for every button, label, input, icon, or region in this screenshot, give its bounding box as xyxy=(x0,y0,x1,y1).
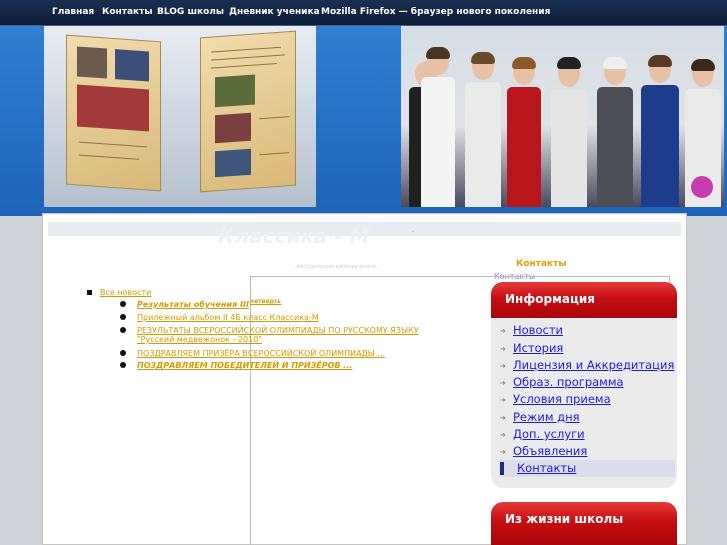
top-navigation: Главная Контакты BLOG школы Дневник учен… xyxy=(0,0,727,26)
arrow-right-icon: ➜ xyxy=(500,396,506,404)
arrow-right-icon: ➜ xyxy=(500,345,506,353)
news-item[interactable]: Прилежный альбом II 4Б класс Классика-М xyxy=(137,313,319,322)
nav-home[interactable]: Главная xyxy=(52,7,94,17)
sidebar-item-label: Новости xyxy=(513,323,563,337)
sidebar-item-label: История xyxy=(513,341,564,355)
arrow-right-icon: ➜ xyxy=(500,414,506,422)
diary-cover-left xyxy=(66,34,161,192)
sidebar-item-announcements[interactable]: ➜ Объявления xyxy=(499,443,675,460)
sidebar-item-admission[interactable]: ➜ Условия приема xyxy=(499,391,675,408)
dot-bullet-icon xyxy=(120,350,126,356)
sidebar-item-services[interactable]: ➜ Доп. услуги xyxy=(499,426,675,443)
diary-cover-right xyxy=(200,30,296,193)
sidebar-item-label: Контакты xyxy=(517,461,577,475)
divider-horizontal xyxy=(250,276,670,277)
all-news-link[interactable]: Все новости xyxy=(100,288,151,297)
banner-children-photo xyxy=(401,26,724,207)
square-bullet-icon xyxy=(87,290,92,295)
dot-bullet-icon xyxy=(120,327,126,333)
dot-mark: . xyxy=(412,227,414,234)
sidebar-item-label: Лицензия и Аккредитация xyxy=(513,358,675,372)
sidebar-item-label: Доп. услуги xyxy=(513,427,585,441)
arrow-right-icon: ➜ xyxy=(500,448,506,456)
dot-bullet-icon xyxy=(120,314,126,320)
sidebar-info-title: Информация xyxy=(505,292,595,306)
sidebar-item-news[interactable]: ➜ Новости xyxy=(499,322,675,339)
arrow-right-icon: ➜ xyxy=(500,379,506,387)
contacts-link[interactable]: Контакты xyxy=(516,259,567,269)
sidebar-item-history[interactable]: ➜ История xyxy=(499,340,675,357)
sidebar-item-label: Объявления xyxy=(513,444,588,458)
sidebar-item-label: Условия приема xyxy=(513,392,611,406)
news-item[interactable]: ПОЗДРАВЛЯЕМ ПОБЕДИТЕЛЕЙ И ПРИЗЁРОВ ... xyxy=(137,361,352,370)
sidebar-item-program[interactable]: ➜ Образ. программа xyxy=(499,374,675,391)
news-item-line2[interactable]: "Русский медвежонок - 2010" xyxy=(137,335,262,344)
dot-bullet-icon xyxy=(120,301,126,307)
sidebar-item-label: Режим дня xyxy=(513,410,580,424)
site-subtitle: ...методическая копилка домой... xyxy=(292,264,381,270)
sidebar-item-label: Образ. программа xyxy=(513,375,624,389)
nav-diary[interactable]: Дневник ученика xyxy=(229,7,320,17)
active-marker xyxy=(500,462,504,475)
news-item-sup: четверть xyxy=(250,298,282,305)
sidebar-life-title: Из жизни школы xyxy=(505,512,624,526)
dot-bullet-icon xyxy=(120,362,126,368)
news-item[interactable]: РЕЗУЛЬТАТЫ ВСЕРОССИЙСКОЙ ОЛИМПИАДЫ ПО РУ… xyxy=(137,326,419,335)
sidebar-info-header: Информация xyxy=(491,282,677,318)
balloon xyxy=(691,176,713,198)
site-title: Классика - М xyxy=(218,224,370,248)
arrow-right-icon: ➜ xyxy=(500,431,506,439)
nav-contacts[interactable]: Контакты xyxy=(102,7,153,17)
news-item[interactable]: Результаты обучения III xyxy=(137,300,249,309)
arrow-right-icon: ➜ xyxy=(500,362,506,370)
arrow-right-icon: ➜ xyxy=(500,327,506,335)
sidebar-item-license[interactable]: ➜ Лицензия и Аккредитация xyxy=(499,357,675,374)
nav-blog[interactable]: BLOG школы xyxy=(157,7,224,17)
sidebar-item-schedule[interactable]: ➜ Режим дня xyxy=(499,409,675,426)
sidebar-item-contacts[interactable]: Контакты xyxy=(499,460,675,477)
banner-diary-image xyxy=(44,26,316,207)
sidebar-life-header: Из жизни школы xyxy=(491,502,677,545)
news-item[interactable]: ПОЗДРАВЛЯЕМ ПРИЗЁРА ВСЕРОССИЙСКОЙ ОЛИМПИ… xyxy=(137,349,385,358)
nav-firefox[interactable]: Mozilla Firefox — браузер нового поколен… xyxy=(321,7,550,17)
